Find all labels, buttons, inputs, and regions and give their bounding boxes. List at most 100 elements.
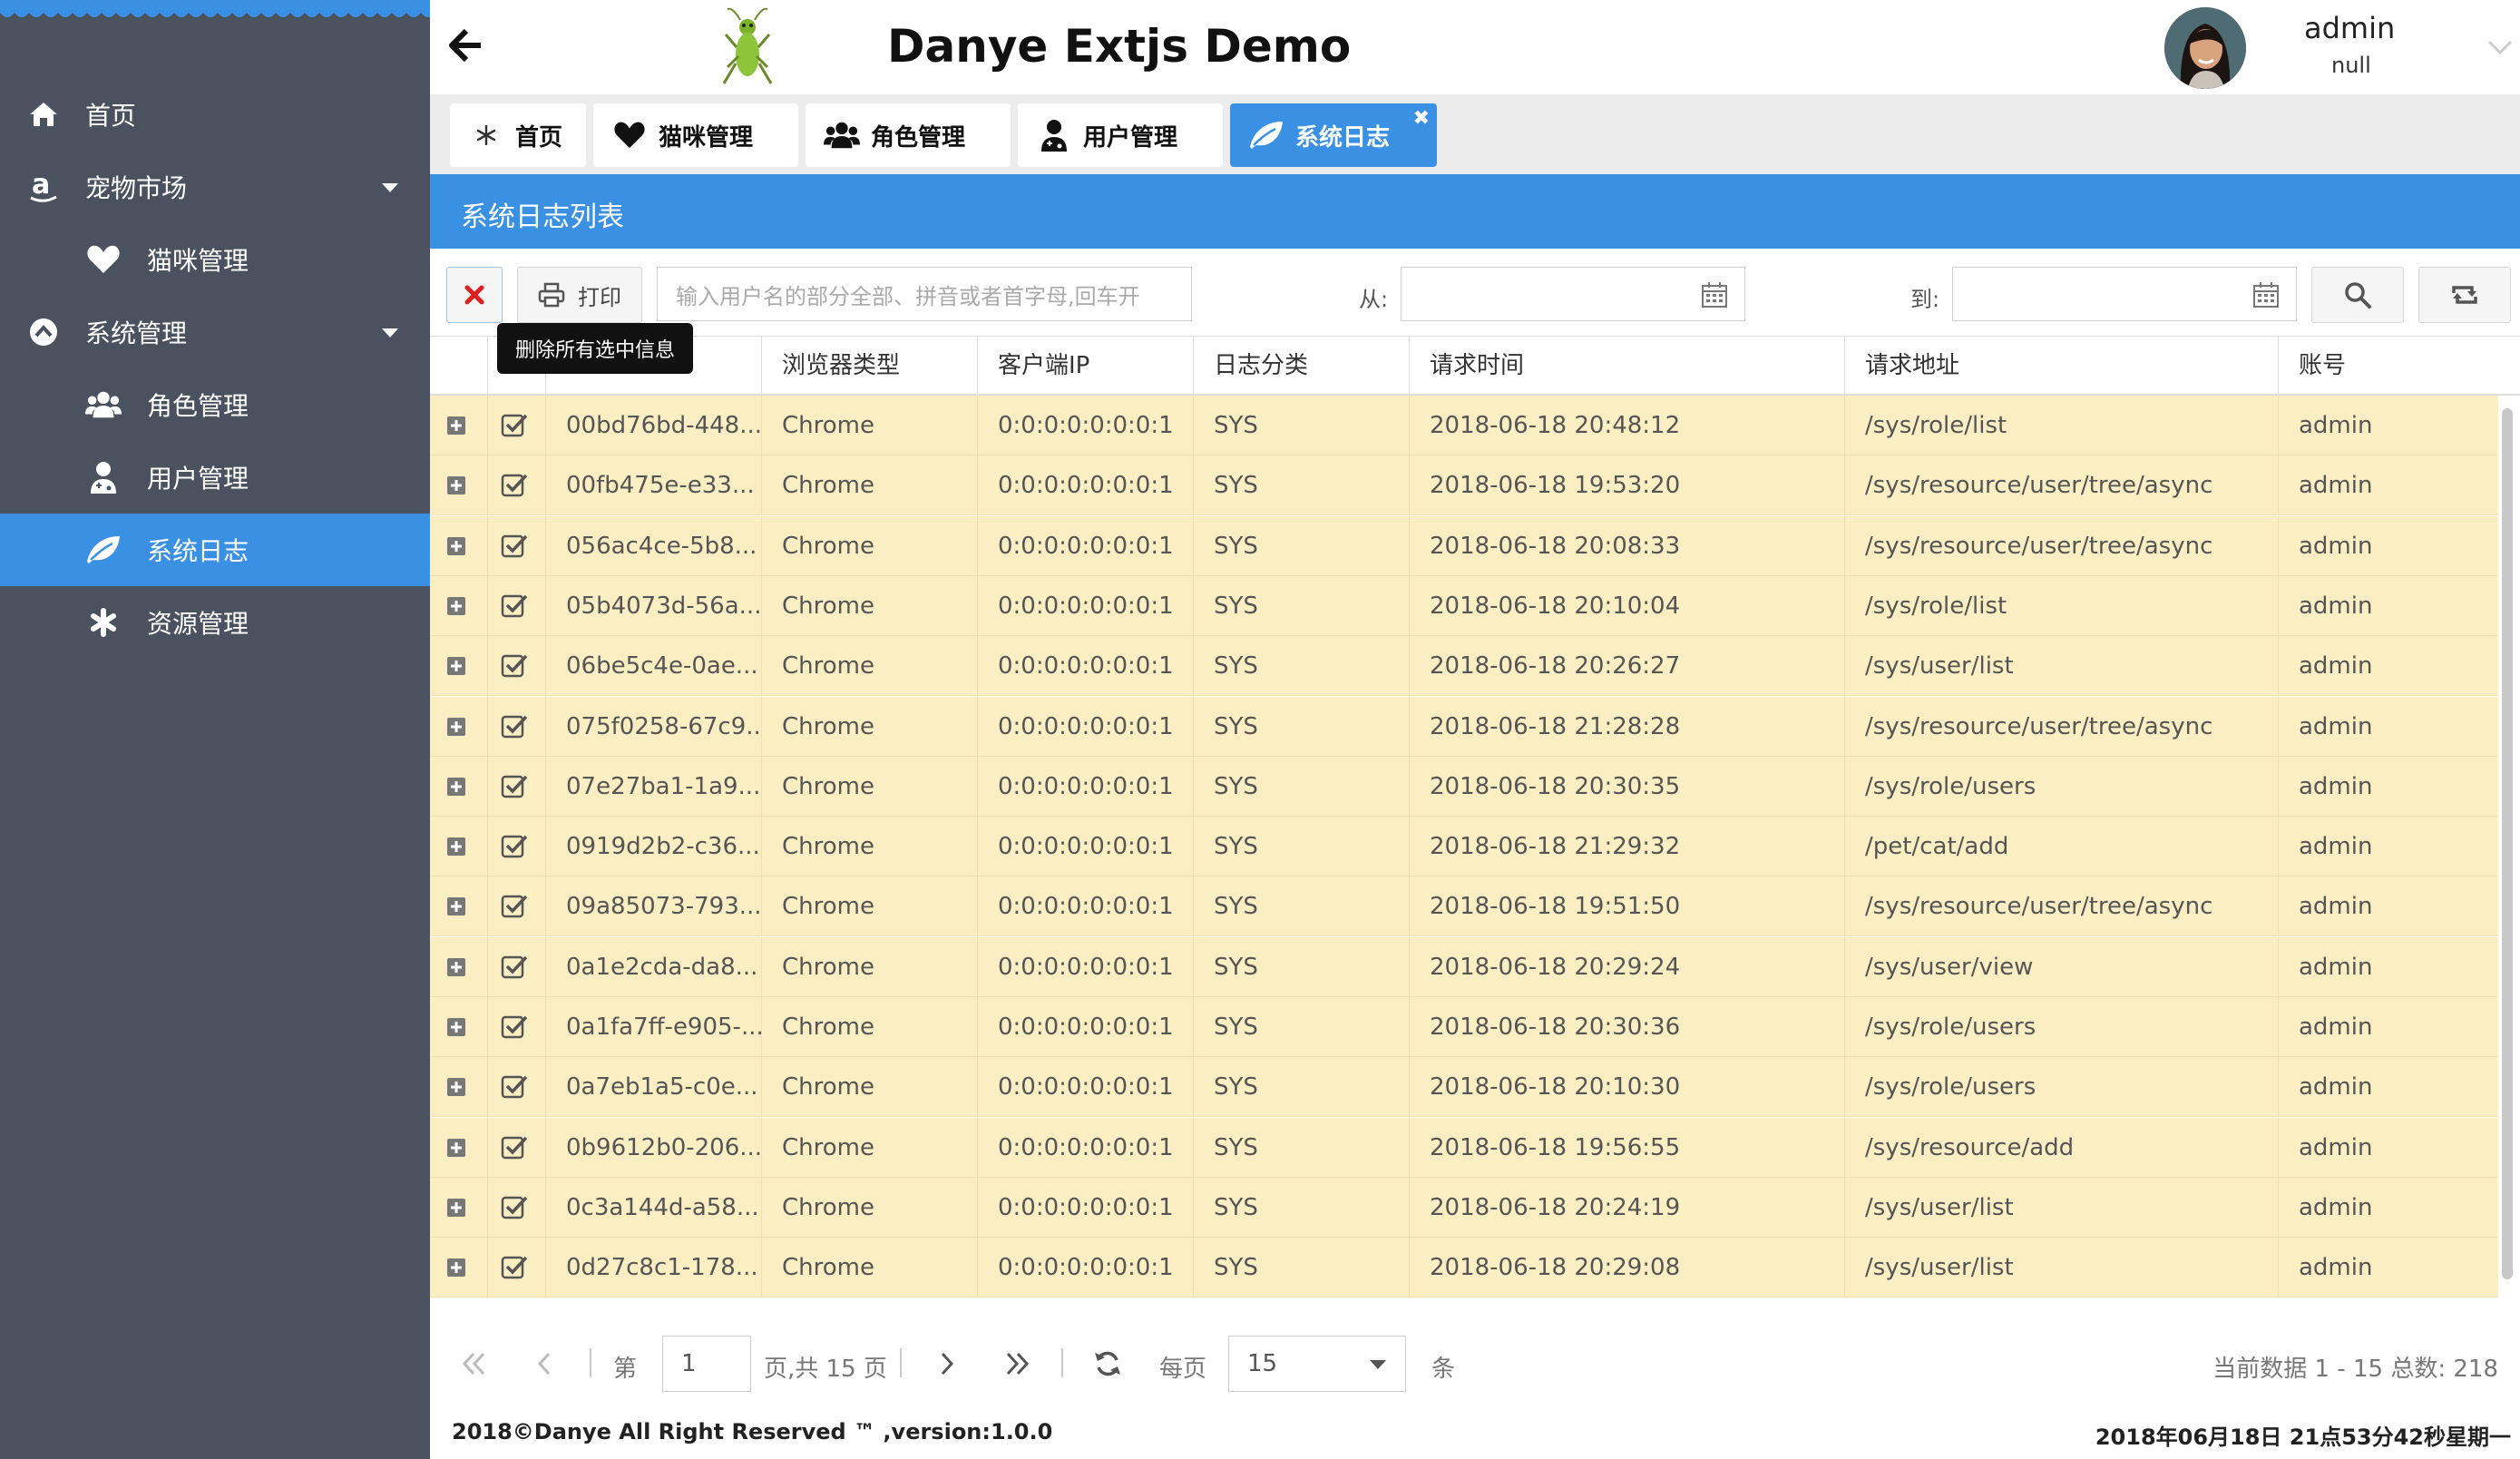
row-checkbox-checked-icon[interactable] (501, 954, 528, 981)
table-row[interactable]: 0a1fa7ff-e905-... Chrome 0:0:0:0:0:0:0:1 SY… (430, 997, 2498, 1057)
tab-system-log[interactable]: 系统日志 ✖ (1230, 103, 1437, 167)
last-page-icon[interactable] (1001, 1348, 1032, 1379)
next-page-icon[interactable] (931, 1348, 962, 1379)
sidebar-item-system-log[interactable]: 系统日志 (0, 514, 430, 586)
sidebar-item-resource-management[interactable]: 资源管理 (0, 586, 430, 659)
calendar-icon[interactable] (2252, 281, 2280, 308)
calendar-icon[interactable] (1701, 281, 1728, 308)
row-expand-icon[interactable] (446, 896, 466, 916)
cell-id: 0a1fa7ff-e905-... (546, 997, 762, 1057)
tab-cat-management[interactable]: 猫咪管理 (593, 103, 798, 167)
cell-time: 2018-06-18 20:29:24 (1410, 936, 1845, 997)
date-from-field[interactable] (1401, 267, 1745, 321)
table-row[interactable]: 06be5c4e-0ae... Chrome 0:0:0:0:0:0:0:1 SYS 2… (430, 636, 2498, 697)
column-header-browser[interactable]: 浏览器类型 (762, 337, 978, 395)
row-expand-icon[interactable] (446, 717, 466, 737)
user-name[interactable]: admin (2304, 11, 2395, 45)
cell-browser: Chrome (762, 817, 978, 877)
sidebar-item-user-management[interactable]: 用户管理 (0, 441, 430, 514)
row-expand-icon[interactable] (446, 1138, 466, 1158)
tab-role-management[interactable]: 角色管理 (806, 103, 1011, 167)
cell-type: SYS (1194, 1117, 1410, 1178)
cell-type: SYS (1194, 396, 1410, 455)
cell-browser: Chrome (762, 997, 978, 1057)
panel-title: 系统日志列表 (461, 201, 624, 233)
delete-selected-button[interactable] (446, 267, 503, 323)
page-number-input[interactable]: 1 (662, 1336, 751, 1392)
table-row[interactable]: 0d27c8c1-178... Chrome 0:0:0:0:0:0:0:1 SYS 2… (430, 1238, 2498, 1298)
table-row[interactable]: 0a1e2cda-da8... Chrome 0:0:0:0:0:0:0:1 SYS 2… (430, 936, 2498, 997)
row-expand-icon[interactable] (446, 957, 466, 977)
refresh-icon[interactable] (1092, 1348, 1123, 1379)
sidebar-item-pet-market[interactable]: a 宠物市场 (0, 151, 430, 223)
cell-browser: Chrome (762, 876, 978, 937)
tab-close-icon[interactable]: ✖ (1413, 107, 1430, 130)
table-row[interactable]: 07e27ba1-1a9... Chrome 0:0:0:0:0:0:0:1 SYS 2… (430, 756, 2498, 817)
row-expand-icon[interactable] (446, 777, 466, 797)
table-row[interactable]: 00fb475e-e33... Chrome 0:0:0:0:0:0:0:1 SYS 2… (430, 455, 2498, 516)
row-expand-icon[interactable] (446, 475, 466, 495)
table-row[interactable]: 0c3a144d-a58... Chrome 0:0:0:0:0:0:0:1 SYS 2… (430, 1177, 2498, 1238)
table-row[interactable]: 075f0258-67c9... Chrome 0:0:0:0:0:0:0:1 SYS… (430, 696, 2498, 757)
cell-account: admin (2299, 532, 2373, 560)
print-button[interactable]: 打印 (517, 267, 642, 323)
row-checkbox-checked-icon[interactable] (501, 1073, 528, 1101)
row-checkbox-checked-icon[interactable] (501, 773, 528, 800)
column-header-account[interactable]: 账号 (2279, 337, 2520, 395)
app-title: Danye Extjs Demo (887, 20, 1352, 73)
row-checkbox-checked-icon[interactable] (501, 412, 528, 439)
row-expand-icon[interactable] (446, 1077, 466, 1097)
row-checkbox-checked-icon[interactable] (501, 1194, 528, 1221)
row-checkbox-checked-icon[interactable] (501, 893, 528, 920)
table-row[interactable]: 0b9612b0-206... Chrome 0:0:0:0:0:0:0:1 SYS 2… (430, 1117, 2498, 1178)
row-checkbox-checked-icon[interactable] (501, 713, 528, 740)
sidebar-item-system-management[interactable]: 系统管理 (0, 296, 430, 368)
row-expand-icon[interactable] (446, 1017, 466, 1037)
search-button[interactable] (2311, 267, 2404, 323)
row-checkbox-checked-icon[interactable] (501, 1013, 528, 1041)
row-checkbox-checked-icon[interactable] (501, 592, 528, 620)
row-checkbox-checked-icon[interactable] (501, 533, 528, 560)
first-page-icon[interactable] (459, 1348, 490, 1379)
back-arrow-icon[interactable] (448, 27, 484, 64)
avatar-portrait-icon (2164, 7, 2246, 89)
row-expand-icon[interactable] (446, 1198, 466, 1218)
cell-type: SYS (1194, 1238, 1410, 1298)
table-row[interactable]: 09a85073-793... Chrome 0:0:0:0:0:0:0:1 SYS 2… (430, 876, 2498, 937)
column-header-request-url[interactable]: 请求地址 (1845, 337, 2279, 395)
row-checkbox-checked-icon[interactable] (501, 472, 528, 499)
sidebar-item-cat-management[interactable]: 猫咪管理 (0, 223, 430, 296)
avatar[interactable] (2164, 7, 2246, 89)
previous-page-icon[interactable] (530, 1348, 561, 1379)
table-row[interactable]: 0a7eb1a5-c0e... Chrome 0:0:0:0:0:0:0:1 SYS 2… (430, 1057, 2498, 1118)
row-checkbox-checked-icon[interactable] (501, 652, 528, 680)
vertical-scrollbar[interactable] (2502, 408, 2513, 1279)
reset-button[interactable] (2418, 267, 2511, 323)
table-row[interactable]: 0919d2b2-c36... Chrome 0:0:0:0:0:0:0:1 SYS 2… (430, 817, 2498, 877)
row-expand-icon[interactable] (446, 656, 466, 676)
sidebar-item-home[interactable]: 首页 (0, 78, 430, 151)
table-row[interactable]: 056ac4ce-5b8... Chrome 0:0:0:0:0:0:0:1 SYS 2… (430, 515, 2498, 576)
sidebar-item-role-management[interactable]: 角色管理 (0, 368, 430, 441)
sidebar-item-label: 角色管理 (147, 391, 249, 421)
row-expand-icon[interactable] (446, 837, 466, 857)
row-expand-icon[interactable] (446, 416, 466, 436)
row-checkbox-checked-icon[interactable] (501, 833, 528, 860)
column-header-client-ip[interactable]: 客户端IP (978, 337, 1194, 395)
table-row[interactable]: 00bd76bd-448... Chrome 0:0:0:0:0:0:0:1 SYS 2… (430, 396, 2498, 455)
row-expand-icon[interactable] (446, 536, 466, 556)
column-header-request-time[interactable]: 请求时间 (1410, 337, 1845, 395)
per-page-select[interactable]: 15 (1228, 1336, 1406, 1392)
row-expand-icon[interactable] (446, 1258, 466, 1278)
date-to-field[interactable] (1952, 267, 2297, 321)
tab-home[interactable]: 首页 (450, 103, 586, 167)
tab-user-management[interactable]: 用户管理 (1018, 103, 1223, 167)
user-dropdown-icon[interactable] (2487, 40, 2513, 56)
row-expand-icon[interactable] (446, 596, 466, 616)
table-row[interactable]: 05b4073d-56a... Chrome 0:0:0:0:0:0:0:1 SYS 2… (430, 575, 2498, 636)
row-checkbox-checked-icon[interactable] (501, 1254, 528, 1281)
column-header-log-type[interactable]: 日志分类 (1194, 337, 1410, 395)
search-input[interactable]: 输入用户名的部分全部、拼音或者首字母,回车开 (657, 267, 1192, 321)
row-checkbox-checked-icon[interactable] (501, 1134, 528, 1161)
per-page-value: 15 (1247, 1350, 1278, 1377)
